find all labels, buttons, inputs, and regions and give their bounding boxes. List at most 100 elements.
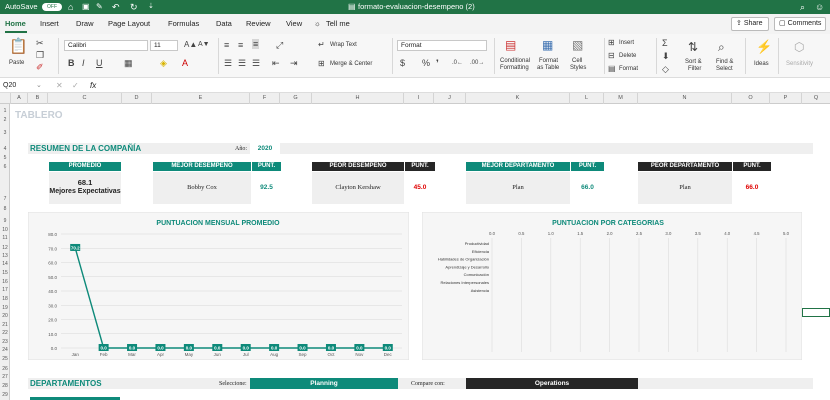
autosave-toggle[interactable]: OFF [42, 3, 62, 11]
row-header[interactable]: 23 [0, 339, 10, 345]
ideas-icon[interactable]: ⚡ [756, 40, 772, 53]
row-header[interactable]: 26 [0, 366, 10, 372]
compare-select[interactable]: Operations [466, 378, 638, 389]
tab-formulas[interactable]: Formulas [168, 19, 199, 28]
align-top-icon[interactable]: ≡ [224, 40, 229, 50]
edit-icon[interactable]: ✎ [96, 0, 103, 14]
merge-center-button[interactable]: Merge & Center [330, 61, 372, 68]
redo-icon[interactable]: ↻ [130, 0, 138, 14]
formula-input[interactable] [104, 81, 824, 91]
row-header[interactable]: 1 [0, 108, 10, 114]
cell-styles-label[interactable]: Cell [572, 58, 582, 65]
row-header[interactable]: 11 [0, 235, 10, 241]
column-header[interactable]: M [604, 93, 638, 104]
tab-view[interactable]: View [286, 19, 302, 28]
autosum-icon[interactable]: Σ [662, 38, 668, 48]
column-header[interactable]: N [638, 93, 732, 104]
column-header[interactable]: E [152, 93, 250, 104]
decrease-decimal-icon[interactable]: .00→ [470, 58, 484, 68]
row-header[interactable]: 8 [0, 206, 10, 212]
column-header[interactable]: Q [802, 93, 830, 104]
row-header[interactable]: 18 [0, 296, 10, 302]
row-header[interactable]: 22 [0, 330, 10, 336]
tab-home[interactable]: Home [5, 19, 26, 28]
delete-icon[interactable]: ⊟ [608, 51, 615, 61]
row-header[interactable]: 3 [0, 130, 10, 136]
decrease-font-icon[interactable]: A▼ [198, 40, 210, 50]
row-header[interactable]: 9 [0, 218, 10, 224]
tab-insert[interactable]: Insert [40, 19, 59, 28]
tab-draw[interactable]: Draw [76, 19, 94, 28]
ano-value[interactable]: 2020 [250, 143, 280, 154]
decrease-indent-icon[interactable]: ⇤ [272, 58, 280, 68]
fx-icon[interactable]: fx [90, 81, 96, 90]
increase-font-icon[interactable]: A▲ [184, 40, 197, 50]
row-header[interactable]: 16 [0, 279, 10, 285]
merge-icon[interactable]: ⊞ [318, 59, 325, 69]
cell-styles-icon[interactable]: ▧ [572, 39, 583, 51]
select-all-corner[interactable] [0, 93, 11, 104]
fill-icon[interactable]: ⬇ [662, 51, 670, 61]
column-header[interactable]: A [11, 93, 28, 104]
column-header[interactable]: D [122, 93, 152, 104]
comments-button[interactable]: ▢ Comments [774, 17, 826, 31]
sort-filter-label[interactable]: Sort & [685, 59, 702, 66]
sensitivity-icon[interactable]: ⬡ [794, 41, 804, 53]
column-header[interactable]: C [48, 93, 122, 104]
align-right-icon[interactable]: ☰ [252, 58, 260, 68]
column-header[interactable]: K [466, 93, 570, 104]
align-center-icon[interactable]: ☰ [238, 58, 246, 68]
share-button[interactable]: ⇪ Share [731, 17, 769, 31]
italic-icon[interactable]: I [82, 58, 85, 68]
row-header[interactable]: 28 [0, 383, 10, 389]
tell-me[interactable]: Tell me [326, 19, 350, 28]
column-header[interactable]: G [280, 93, 312, 104]
ideas-label[interactable]: Ideas [754, 61, 769, 68]
row-header[interactable]: 24 [0, 347, 10, 353]
sensitivity-label[interactable]: Sensitivity [786, 61, 813, 68]
find-select-label[interactable]: Find & [716, 59, 733, 66]
format-painter-icon[interactable]: ✐ [36, 62, 44, 72]
cancel-icon[interactable]: ✕ [56, 81, 63, 90]
currency-icon[interactable]: $ [400, 58, 405, 68]
paste-icon[interactable]: 📋 [9, 39, 28, 54]
undo-icon[interactable]: ↶ [112, 0, 120, 14]
column-header[interactable]: H [312, 93, 404, 104]
row-header[interactable]: 27 [0, 374, 10, 380]
column-header[interactable]: O [732, 93, 770, 104]
row-header[interactable]: 13 [0, 253, 10, 259]
row-header[interactable]: 5 [0, 155, 10, 161]
row-header[interactable]: 7 [0, 196, 10, 202]
column-header[interactable]: P [770, 93, 802, 104]
row-header[interactable]: 21 [0, 322, 10, 328]
copy-icon[interactable]: ❐ [36, 50, 44, 60]
font-color-icon[interactable]: A [182, 58, 188, 68]
column-header[interactable]: B [28, 93, 48, 104]
row-header[interactable]: 17 [0, 287, 10, 293]
borders-icon[interactable]: ▦ [124, 58, 133, 68]
column-header[interactable]: J [434, 93, 466, 104]
enter-icon[interactable]: ✓ [72, 81, 79, 90]
wrap-text-button[interactable]: Wrap Text [330, 42, 357, 49]
department-select[interactable]: Planning [250, 378, 398, 389]
row-header[interactable]: 25 [0, 356, 10, 362]
home-icon[interactable]: ⌂ [68, 0, 73, 14]
tab-review[interactable]: Review [246, 19, 271, 28]
row-header[interactable]: 19 [0, 305, 10, 311]
account-icon[interactable]: ☺ [815, 0, 824, 14]
font-name-select[interactable]: Calibri [64, 40, 148, 51]
find-select-icon[interactable]: ⌕ [718, 41, 725, 53]
row-header[interactable]: 20 [0, 313, 10, 319]
bold-icon[interactable]: B [68, 58, 75, 68]
format-table-icon[interactable]: ▦ [542, 39, 553, 51]
row-header[interactable]: 29 [0, 392, 10, 398]
name-box[interactable]: Q20 [3, 82, 16, 89]
increase-indent-icon[interactable]: ⇥ [290, 58, 298, 68]
more-icon[interactable]: ⇣ [148, 0, 154, 14]
row-header[interactable]: 6 [0, 164, 10, 170]
fill-color-icon[interactable]: ◈ [160, 58, 167, 68]
insert-button[interactable]: Insert [619, 40, 634, 47]
format-button[interactable]: Format [619, 66, 638, 73]
font-size-select[interactable]: 11 [150, 40, 178, 51]
align-bottom-icon[interactable]: ≡ [252, 39, 260, 49]
